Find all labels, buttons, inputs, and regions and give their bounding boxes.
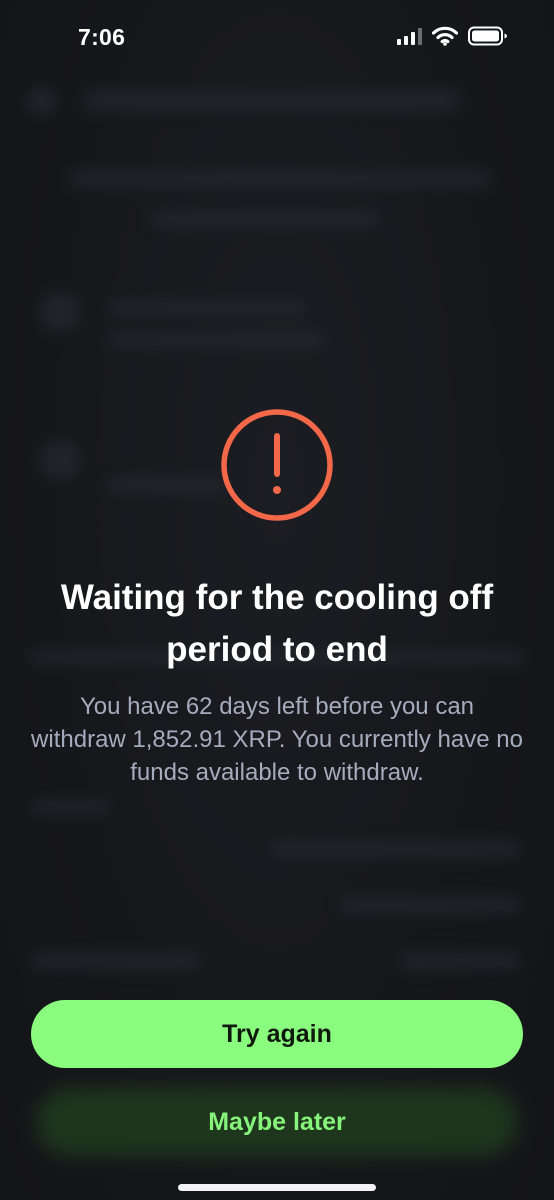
home-indicator[interactable] — [178, 1184, 376, 1191]
battery-icon — [468, 26, 507, 46]
cellular-signal-icon — [397, 27, 422, 45]
maybe-later-button[interactable]: Maybe later — [31, 1088, 523, 1156]
cooling-off-screen: 7:06 Waiting for the cooling off period … — [0, 0, 554, 1200]
wifi-icon — [432, 26, 458, 46]
status-time: 7:06 — [78, 24, 126, 50]
try-again-button[interactable]: Try again — [31, 1000, 523, 1068]
status-bar: 7:06 — [0, 0, 554, 76]
exclamation-circle-icon — [221, 409, 333, 521]
status-icons — [397, 26, 508, 46]
cooling-off-description: You have 62 days left before you can wit… — [31, 693, 523, 786]
page-title: Waiting for the cooling off period to en… — [60, 578, 494, 669]
